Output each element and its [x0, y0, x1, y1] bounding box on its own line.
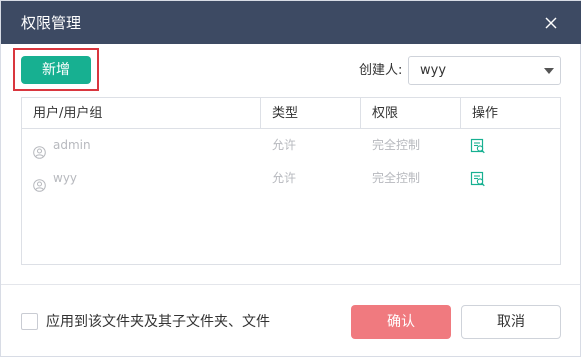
close-icon[interactable]: [541, 13, 561, 33]
type-cell: 允许: [272, 171, 297, 185]
permission-table: 用户/用户组 类型 权限 操作 admin 允许 完全控制 wyy 允许 完全控…: [21, 97, 561, 265]
table-header: 用户/用户组 类型 权限 操作: [22, 98, 560, 129]
permission-cell: 完全控制: [372, 138, 421, 152]
creator-select-value: wyy: [420, 63, 447, 78]
user-icon: [33, 139, 46, 159]
creator-label: 创建人:: [359, 63, 403, 78]
user-name: wyy: [53, 171, 78, 185]
table-row[interactable]: admin 允许 完全控制: [22, 129, 560, 162]
apply-to-children-label: 应用到该文件夹及其子文件夹、文件: [46, 314, 270, 330]
edit-permission-icon[interactable]: [470, 138, 486, 154]
edit-permission-icon[interactable]: [470, 171, 486, 187]
dialog-title: 权限管理: [21, 14, 82, 32]
user-icon: [33, 172, 46, 192]
confirm-button[interactable]: 确认: [351, 305, 451, 339]
permission-dialog: 权限管理 新增 创建人: wyy 用户/用户组 类型 权限 操作 admin 允…: [0, 0, 581, 357]
type-cell: 允许: [272, 138, 297, 152]
user-cell: wyy: [22, 162, 260, 195]
creator-select[interactable]: wyy: [408, 56, 561, 85]
cancel-button[interactable]: 取消: [461, 305, 561, 339]
caret-down-icon: [544, 68, 554, 74]
permission-cell: 完全控制: [372, 171, 421, 185]
user-name: admin: [53, 138, 91, 152]
column-header-type: 类型: [272, 106, 299, 121]
add-button[interactable]: 新增: [21, 56, 91, 84]
column-header-permission: 权限: [372, 106, 399, 121]
footer-divider: [1, 284, 580, 285]
column-header-action: 操作: [472, 106, 499, 121]
column-header-user: 用户/用户组: [33, 106, 103, 121]
dialog-titlebar: 权限管理: [1, 1, 581, 44]
table-row[interactable]: wyy 允许 完全控制: [22, 162, 560, 195]
apply-to-children-checkbox[interactable]: [21, 313, 38, 330]
user-cell: admin: [22, 129, 260, 162]
